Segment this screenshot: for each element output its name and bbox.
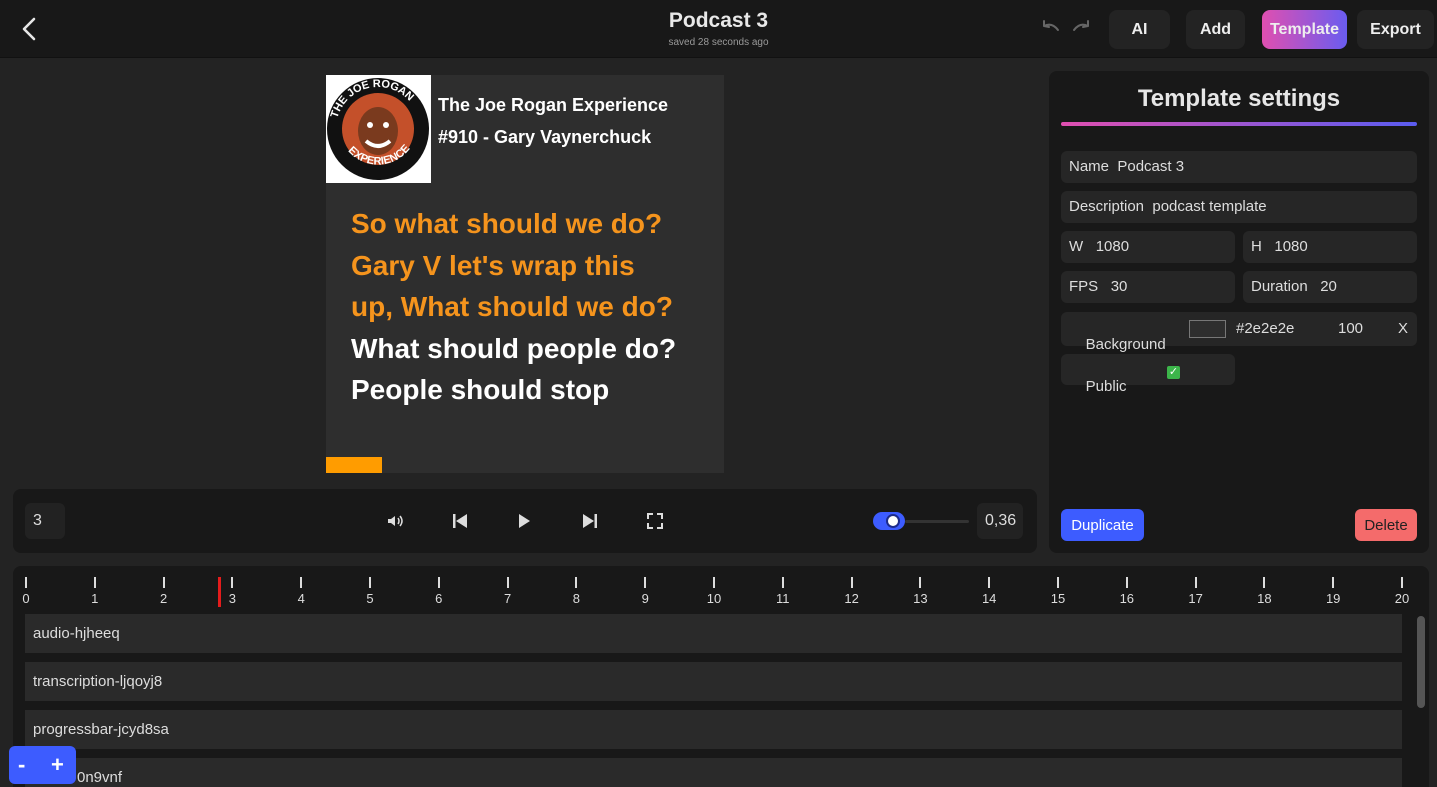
timeline-scrollbar[interactable]: [1417, 616, 1425, 708]
ruler-tick: [162, 577, 165, 588]
video-preview[interactable]: THE JOE ROGAN EXPERIENCE The Joe Rogan E…: [326, 75, 724, 473]
fullscreen-icon[interactable]: [645, 511, 665, 531]
podcast-logo: THE JOE ROGAN EXPERIENCE: [326, 75, 431, 183]
top-bar: Podcast 3 saved 28 seconds ago AI Add Te…: [0, 0, 1437, 58]
ruler-label: 2: [159, 591, 168, 606]
transcript-line: Gary V let's wrap this: [351, 249, 635, 281]
track-transcription[interactable]: transcription-ljqoyj8: [25, 662, 1402, 701]
zoom-out-button[interactable]: -: [18, 752, 25, 778]
background-clear-button[interactable]: X: [1398, 320, 1408, 337]
background-color-value[interactable]: #2e2e2e: [1236, 320, 1294, 337]
template-settings-panel: Template settings Name Podcast 3 Descrip…: [1049, 71, 1429, 553]
transcript-line: What should people do?: [351, 332, 677, 364]
export-button[interactable]: Export: [1357, 10, 1434, 49]
background-field: Background #2e2e2e 100 X: [1061, 312, 1417, 353]
ruler-tick: [437, 577, 440, 588]
skip-forward-icon[interactable]: [580, 511, 600, 531]
ruler-label: 12: [844, 591, 859, 606]
play-icon[interactable]: [514, 511, 534, 531]
skip-back-icon[interactable]: [450, 511, 470, 531]
background-color-swatch[interactable]: [1189, 320, 1226, 338]
ai-button[interactable]: AI: [1109, 10, 1170, 49]
ruler-tick: [369, 577, 371, 588]
height-field[interactable]: H 1080: [1243, 231, 1417, 263]
delete-button[interactable]: Delete: [1355, 509, 1417, 541]
name-field[interactable]: Name Podcast 3: [1061, 151, 1417, 183]
width-field[interactable]: W 1080: [1061, 231, 1235, 263]
ruler-label: 3: [228, 591, 236, 606]
title-underline: [1061, 122, 1417, 126]
ruler-label: 13: [913, 591, 928, 606]
background-opacity-value[interactable]: 100: [1338, 320, 1363, 337]
ruler-label: 5: [366, 591, 374, 606]
ruler-tick: [231, 577, 234, 588]
time-ruler[interactable]: 0 1 2 3 4 5 6 7 8 9 10 11 12 13 14 15 16 17 18 19 20: [13, 566, 1429, 612]
zoom-in-button[interactable]: +: [51, 752, 64, 778]
ruler-tick: [781, 577, 784, 588]
timeline-zoom-controls: - +: [9, 746, 76, 784]
transcript-line: People should stop: [351, 374, 610, 405]
public-checkbox[interactable]: ✓: [1167, 366, 1180, 379]
ruler-tick: [506, 577, 509, 588]
public-field: Public ✓: [1061, 354, 1235, 395]
ruler-tick: [713, 577, 715, 588]
ruler-label: 1: [91, 591, 99, 606]
add-button[interactable]: Add: [1186, 10, 1245, 49]
ruler-label: 9: [641, 591, 649, 606]
ruler-tick: [93, 577, 96, 588]
frame-input[interactable]: 3: [25, 503, 65, 539]
volume-icon[interactable]: [385, 511, 405, 531]
ruler-tick: [919, 577, 922, 588]
description-field[interactable]: Description podcast template: [1061, 191, 1417, 223]
track-item[interactable]: 0n9vnf: [25, 758, 1402, 787]
ruler-label: 4: [297, 591, 305, 606]
zoom-value[interactable]: 0,36: [977, 503, 1023, 539]
ruler-label: 15: [1050, 591, 1066, 606]
ruler-label: 0: [22, 591, 30, 606]
ruler-label: 11: [776, 591, 790, 606]
ruler-tick: [1057, 577, 1059, 588]
ruler-tick: [1332, 577, 1335, 588]
ruler-label: 16: [1119, 591, 1135, 606]
ruler-tick: [1401, 577, 1403, 588]
fps-field[interactable]: FPS 30: [1061, 271, 1235, 303]
ruler-tick: [850, 577, 853, 588]
transcript-line: up, What should we do?: [351, 291, 673, 322]
duplicate-button[interactable]: Duplicate: [1061, 509, 1144, 541]
undo-icon[interactable]: [1038, 20, 1062, 38]
ruler-label: 6: [435, 591, 443, 606]
ruler-label: 10: [706, 591, 722, 606]
template-button[interactable]: Template: [1262, 10, 1347, 49]
episode-show-title: The Joe Rogan Experience: [438, 95, 669, 115]
transcript-text: So what should we do? Gary V let's wrap …: [351, 203, 676, 411]
ruler-label: 17: [1188, 591, 1203, 606]
ruler-tick: [25, 577, 27, 588]
loop-toggle[interactable]: [873, 512, 905, 530]
ruler-label: 19: [1325, 591, 1341, 606]
zoom-slider[interactable]: [905, 520, 969, 523]
ruler-label: 7: [503, 591, 512, 606]
track-progressbar[interactable]: progressbar-jcyd8sa: [25, 710, 1402, 749]
ruler-tick: [644, 577, 647, 588]
ruler-label: 18: [1257, 591, 1272, 606]
progress-bar: [326, 457, 382, 473]
ruler-tick: [988, 577, 991, 588]
episode-title: #910 - Gary Vaynerchuck: [438, 127, 652, 147]
player-controls: 3 0,36: [13, 489, 1037, 553]
ruler-tick: [1263, 577, 1266, 588]
ruler-tick: [575, 577, 578, 588]
panel-title: Template settings: [1137, 85, 1341, 112]
ruler-label: 14: [981, 591, 997, 606]
transcript-line: So what should we do?: [351, 208, 663, 239]
ruler-label: 20: [1394, 591, 1410, 606]
track-audio[interactable]: audio-hjheeq: [25, 614, 1402, 653]
ruler-tick: [1194, 577, 1197, 588]
ruler-tick: [1125, 577, 1128, 588]
ruler-tick: [300, 577, 303, 588]
redo-icon[interactable]: [1070, 20, 1094, 38]
playhead[interactable]: [217, 577, 221, 607]
duration-field[interactable]: Duration 20: [1243, 271, 1417, 303]
ruler-label: 8: [572, 591, 580, 606]
timeline: 0 1 2 3 4 5 6 7 8 9 10 11 12 13 14 15 16 17 18 19 20 audio-h…: [13, 566, 1429, 787]
